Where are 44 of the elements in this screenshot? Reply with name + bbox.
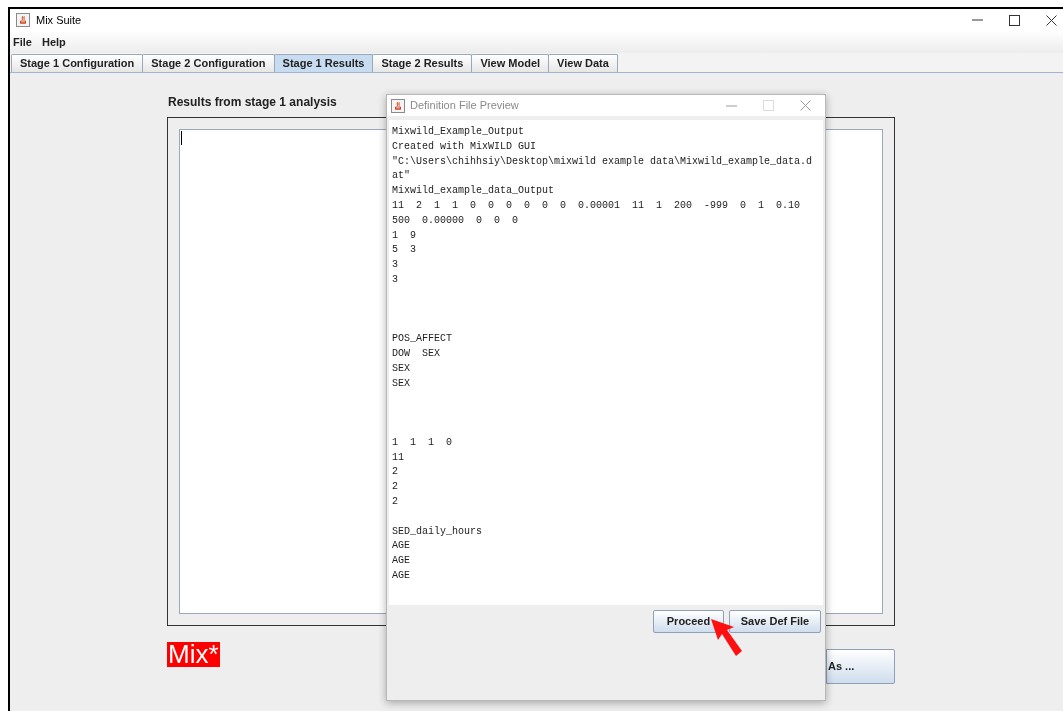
text-line: 2 xyxy=(392,494,398,509)
text-line: POS_AFFECT xyxy=(392,332,452,347)
text-line: Mixwild_example_data_Output xyxy=(392,184,555,199)
text-line: 11 2 1 1 0 0 0 0 0 0 0.00001 11 1 200 -999 0 1 0.10 xyxy=(392,199,801,213)
tab[interactable]: Stage 2 Results xyxy=(372,54,473,72)
save-as-button[interactable]: As ... xyxy=(826,649,895,684)
window-title: Mix Suite xyxy=(36,12,82,28)
dialog-button[interactable]: Proceed xyxy=(653,610,724,633)
menu-item[interactable]: File xyxy=(13,33,32,51)
tab[interactable]: View Data xyxy=(548,54,618,72)
text-line: 2 xyxy=(392,465,398,480)
text-line: AGE xyxy=(392,539,410,554)
logo: Mix* xyxy=(167,642,220,667)
menu-item[interactable]: Help xyxy=(41,33,66,51)
section-heading: Results from stage 1 analysis xyxy=(168,94,337,109)
text-line: AGE xyxy=(392,568,410,583)
tab[interactable]: Stage 2 Configuration xyxy=(142,54,275,72)
text-line: 3 xyxy=(392,258,398,273)
text-line: SEX xyxy=(392,361,410,376)
text-line: SEX xyxy=(392,376,410,391)
app-icon xyxy=(391,98,405,113)
tab[interactable]: Stage 1 Results xyxy=(273,54,374,72)
dialog-title: Definition File Preview xyxy=(410,98,519,114)
text-line: 1 9 xyxy=(392,228,416,243)
text-line: Created with MixWILD GUI xyxy=(392,139,537,154)
text-line: "C:\Users\chihhsiy\Desktop\mixwild example data\Mixwild_example_data.d xyxy=(392,154,813,169)
maximize-icon[interactable] xyxy=(1009,14,1020,26)
tab[interactable]: Stage 1 Configuration xyxy=(11,54,144,72)
text-line: 2 xyxy=(392,480,398,495)
text-line: SED_daily_hours xyxy=(392,524,482,539)
tab[interactable]: View Model xyxy=(471,54,550,72)
dialog-button[interactable]: Save Def File xyxy=(729,610,821,633)
text-line: 11 xyxy=(392,450,404,465)
close-icon[interactable] xyxy=(1046,14,1057,26)
text-line: 500 0.00000 0 0 0 xyxy=(392,213,519,228)
text-line: Mixwild_Example_Output xyxy=(392,125,525,139)
text-line: AGE xyxy=(392,554,410,569)
minimize-icon[interactable] xyxy=(726,104,737,107)
text-line: 5 3 xyxy=(392,243,416,258)
text-line: at" xyxy=(392,169,410,184)
text-line: 3 xyxy=(392,272,398,287)
app-icon xyxy=(16,13,30,27)
text-line: DOW SEX xyxy=(392,346,440,361)
text-line: 1 1 1 0 xyxy=(392,435,452,450)
